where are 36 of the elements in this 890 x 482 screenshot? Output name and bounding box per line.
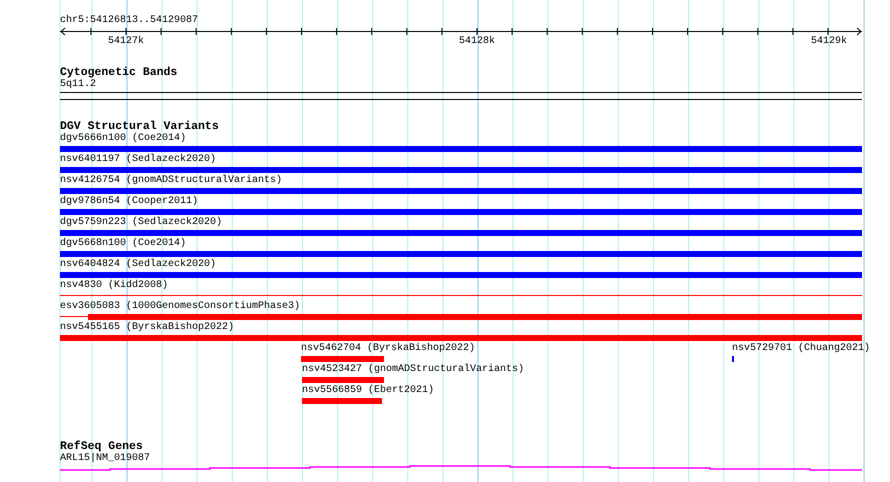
band-label: 5q11.2 xyxy=(60,79,96,91)
variant-label[interactable]: nsv4126754 (gnomADStructuralVariants) xyxy=(60,175,282,187)
variant-bar[interactable] xyxy=(302,377,384,383)
track-title: RefSeq Genes xyxy=(60,441,143,453)
gene-line[interactable] xyxy=(60,465,862,471)
tick-label: 54127k xyxy=(108,36,144,48)
track-title: DGV Structural Variants xyxy=(60,121,219,133)
variant-label[interactable]: nsv6404824 (Sedlazeck2020) xyxy=(60,259,216,271)
tick-label: 54129k xyxy=(811,36,847,48)
variant-label[interactable]: nsv5455165 (ByrskaBishop2022) xyxy=(60,322,234,334)
variant-label[interactable]: nsv6401197 (Sedlazeck2020) xyxy=(60,154,216,166)
variant-bar[interactable] xyxy=(60,188,862,194)
variant-bar[interactable] xyxy=(301,356,384,362)
location-label: chr5:54126813..54129087 xyxy=(60,15,198,27)
variant-bar[interactable] xyxy=(60,209,862,215)
track-title: Cytogenetic Bands xyxy=(60,67,178,79)
variant-bar[interactable] xyxy=(302,398,382,404)
variant-label[interactable]: dgv5759n223 (Sedlazeck2020) xyxy=(60,217,222,229)
variant-bar[interactable] xyxy=(60,167,862,173)
tick-label: 54128k xyxy=(459,36,495,48)
variant-bar[interactable] xyxy=(60,146,862,152)
variant-bar[interactable] xyxy=(60,335,862,341)
variant-label[interactable]: nsv4830 (Kidd2008) xyxy=(60,280,168,292)
variant-bar[interactable] xyxy=(60,272,862,278)
variant-bar[interactable] xyxy=(60,251,862,257)
variant-bar[interactable] xyxy=(88,314,862,320)
variant-label[interactable]: dgv5668n100 (Coe2014) xyxy=(60,238,186,250)
variant-label[interactable]: nsv5462704 (ByrskaBishop2022) xyxy=(301,343,476,355)
variant-label[interactable]: nsv5729701 (Chuang2021) xyxy=(732,343,870,355)
variant-label[interactable]: dgv5666n100 (Coe2014) xyxy=(60,133,186,145)
variant-label[interactable]: nsv4523427 (gnomADStructuralVariants) xyxy=(302,364,524,376)
variant-label[interactable]: esv3605083 (1000GenomesConsortiumPhase3) xyxy=(60,301,300,313)
variant-bar[interactable] xyxy=(60,230,862,236)
variant-label[interactable]: dgv9786n54 (Cooper2011) xyxy=(60,196,198,208)
variant-label[interactable]: nsv5566859 (Ebert2021) xyxy=(302,385,434,397)
gene-label[interactable]: ARL15|NM_019087 xyxy=(60,453,150,465)
